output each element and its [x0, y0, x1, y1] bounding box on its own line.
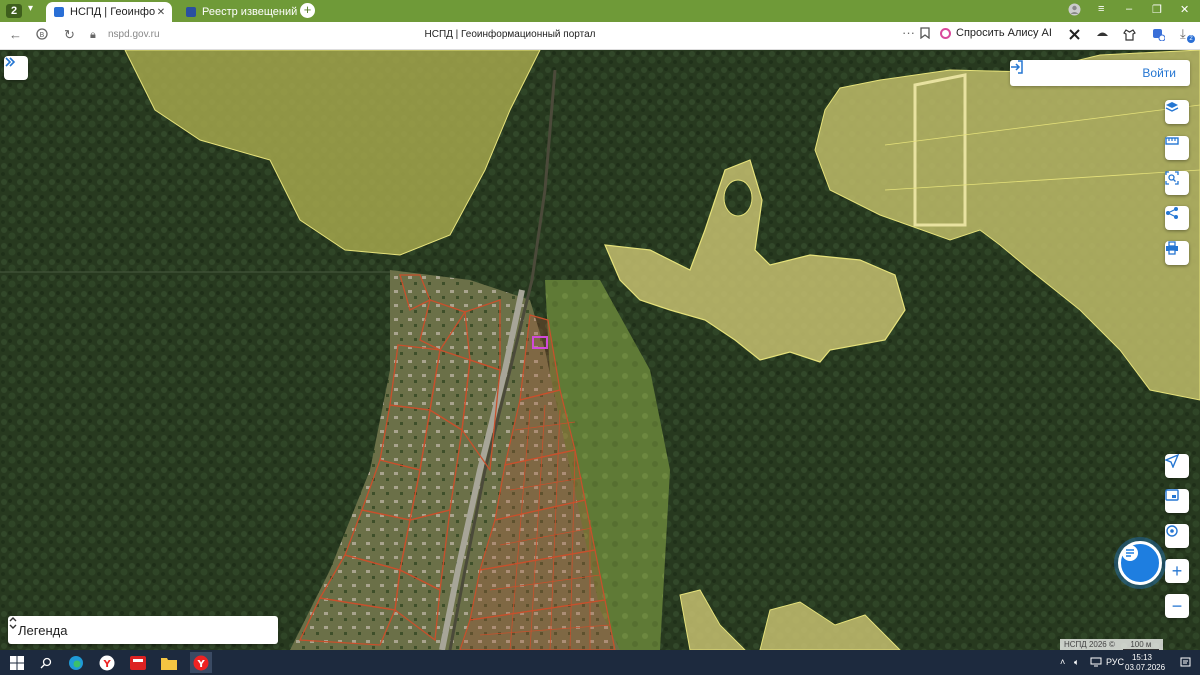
layers-icon: [1165, 102, 1179, 112]
expand-panel-button[interactable]: [4, 56, 28, 80]
tab-list-chevron-icon[interactable]: ▾: [28, 3, 33, 14]
login-icon: [1011, 60, 1023, 74]
layers-button[interactable]: [1165, 100, 1189, 124]
scale-bar: 100 м: [1122, 640, 1159, 650]
ruler-icon: [1165, 137, 1179, 145]
network-icon[interactable]: [1090, 657, 1102, 669]
zoom-area-button[interactable]: [1165, 171, 1189, 195]
extension-shirt-icon[interactable]: [1123, 28, 1136, 41]
clock-time: 15:13: [1131, 653, 1153, 662]
browser-tab-strip: 2 ▾ НСПД | Геоинформаци ✕ Реестр извещен…: [0, 0, 1200, 22]
map-view[interactable]: Войти + − Легенда НСПД 2026 © 100 м: [0, 50, 1200, 650]
tray-chevron-icon[interactable]: ˄: [1060, 657, 1065, 667]
tab-label: НСПД | Геоинформаци: [70, 6, 155, 18]
minimap-icon: [1165, 489, 1179, 501]
browser-menu-icon[interactable]: ≡: [1098, 3, 1104, 15]
downloads-icon[interactable]: ⤓: [1180, 26, 1186, 42]
back-icon[interactable]: ←: [9, 27, 22, 42]
tab-nspd[interactable]: НСПД | Геоинформаци ✕: [46, 2, 172, 22]
tab-count-badge[interactable]: 2: [6, 4, 22, 18]
app-red-icon[interactable]: [129, 654, 146, 671]
extension-translate-icon[interactable]: [1152, 28, 1165, 41]
speaker-icon[interactable]: 🔈︎: [1074, 657, 1079, 668]
zoom-area-icon: [1165, 171, 1179, 185]
legend-selector[interactable]: Легенда: [8, 616, 278, 644]
yandex-browser-active-icon[interactable]: Y: [190, 652, 212, 673]
svg-text:B: B: [40, 31, 45, 39]
chat-button[interactable]: [1118, 541, 1162, 585]
profile-icon[interactable]: [1068, 3, 1081, 19]
url-field[interactable]: nspd.gov.ru: [108, 29, 160, 40]
sort-chevrons-icon: [9, 617, 17, 629]
login-label: Войти: [1142, 66, 1176, 80]
geolocation-button[interactable]: [1165, 524, 1189, 548]
clock[interactable]: 15:13 03.07.2026: [1125, 653, 1166, 673]
tab-label: Реестр извещений: [202, 6, 298, 18]
new-tab-button[interactable]: +: [300, 3, 315, 18]
file-explorer-icon[interactable]: [160, 654, 177, 671]
share-icon: [1166, 207, 1178, 219]
registry-favicon-icon: [186, 7, 196, 17]
satellite-map[interactable]: [0, 50, 1200, 650]
zone-center-hole: [723, 179, 753, 217]
geolocation-icon: [1166, 525, 1178, 537]
yandex-browser-icon[interactable]: Y: [98, 654, 115, 671]
address-bar: ← B ↻ 🔒︎ nspd.gov.ru НСПД | Геоинформаци…: [0, 22, 1200, 50]
login-button[interactable]: Войти: [1010, 60, 1190, 86]
minimize-icon[interactable]: –: [1126, 3, 1132, 15]
language-indicator[interactable]: РУС: [1106, 657, 1124, 667]
attribution-text: НСПД 2026 ©: [1064, 640, 1115, 649]
zoom-in-button[interactable]: +: [1165, 559, 1189, 583]
measure-button[interactable]: [1165, 136, 1189, 160]
edge-icon[interactable]: [67, 654, 84, 671]
zoom-out-button[interactable]: −: [1165, 594, 1189, 618]
more-options-icon[interactable]: ···: [902, 25, 915, 40]
search-icon[interactable]: [37, 654, 54, 671]
reload-icon[interactable]: ↻: [64, 27, 75, 43]
clock-date: 03.07.2026: [1125, 663, 1166, 672]
extension-cap-icon[interactable]: [1096, 28, 1109, 41]
close-window-icon[interactable]: ✕: [1180, 3, 1189, 16]
ask-alice-button[interactable]: Спросить Алису AI: [940, 27, 1052, 39]
lock-icon: 🔒︎: [90, 29, 96, 41]
page-title: НСПД | Геоинформационный портал: [424, 29, 596, 40]
notifications-icon[interactable]: [1180, 657, 1191, 670]
navigate-button[interactable]: [1165, 454, 1189, 478]
restore-icon[interactable]: ❐: [1152, 3, 1162, 16]
alice-icon: [940, 27, 951, 39]
downloads-badge: 2: [1187, 35, 1195, 43]
map-attribution: НСПД 2026 © 100 м: [1060, 639, 1163, 650]
chat-icon: [1122, 545, 1138, 561]
svg-text:Y: Y: [197, 659, 206, 670]
print-button[interactable]: [1165, 241, 1189, 265]
windows-taskbar: Y Y ˄ 🔈︎ РУС 15:13 03.07.2026: [0, 650, 1200, 675]
share-button[interactable]: [1165, 206, 1189, 230]
minimap-button[interactable]: [1165, 489, 1189, 513]
legend-label: Легенда: [18, 622, 68, 638]
print-icon: [1166, 241, 1178, 255]
shield-icon[interactable]: B: [36, 27, 48, 43]
svg-text:Y: Y: [102, 659, 111, 670]
bookmark-icon[interactable]: [920, 27, 930, 42]
windows-logo-icon: [9, 655, 24, 670]
close-tab-icon[interactable]: ✕: [155, 7, 167, 18]
tab-registry[interactable]: Реестр извещений: [178, 2, 298, 22]
double-chevron-right-icon: [5, 57, 16, 67]
extension-x-icon[interactable]: [1068, 28, 1081, 41]
nspd-favicon-icon: [54, 7, 64, 17]
start-button[interactable]: [8, 654, 25, 671]
locate-icon: [1165, 454, 1179, 468]
ask-alice-label: Спросить Алису AI: [956, 27, 1052, 39]
